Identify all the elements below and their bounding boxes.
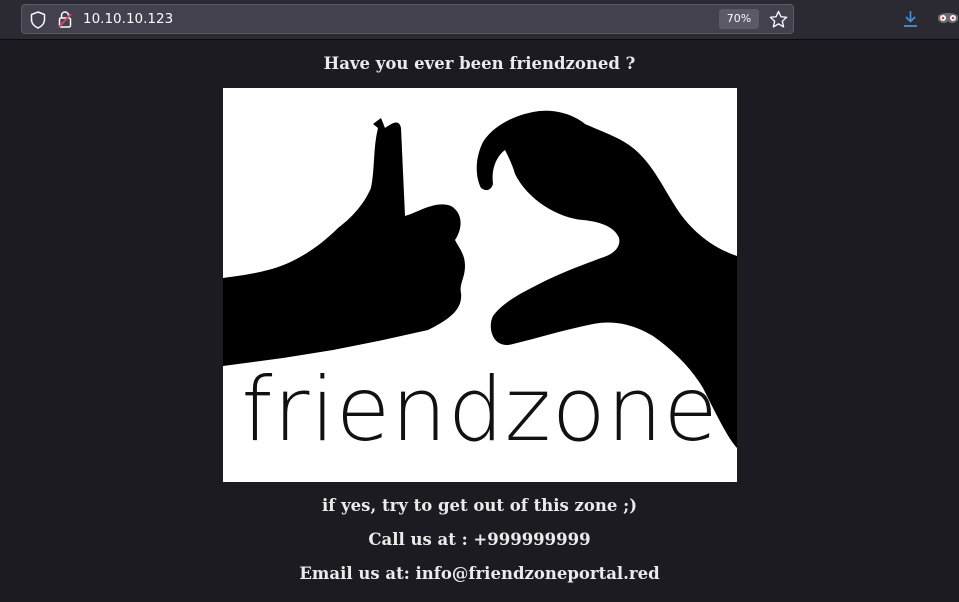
url-text[interactable]: 10.10.10.123 <box>83 11 173 28</box>
browser-toolbar: 10.10.10.123 70% <box>0 0 959 40</box>
page-heading: Have you ever been friendzoned ? <box>323 54 636 73</box>
page-content: Have you ever been friendzoned ? friendz… <box>0 40 959 602</box>
image-word-friendzone: friendzone <box>241 358 719 461</box>
insecure-lock-icon[interactable] <box>58 11 72 28</box>
get-out-text: if yes, try to get out of this zone ;) <box>321 496 638 515</box>
email-us-text: Email us at: info@friendzoneportal.red <box>299 564 660 583</box>
extension-mask-icon[interactable] <box>937 11 959 27</box>
download-icon[interactable] <box>902 10 919 28</box>
friendzone-hero-image: friendzone <box>223 88 737 482</box>
bookmark-star-icon[interactable] <box>769 10 788 29</box>
address-bar[interactable]: 10.10.10.123 70% <box>21 4 794 34</box>
thumbs-up-silhouette <box>223 118 465 366</box>
zoom-level-badge[interactable]: 70% <box>719 9 759 29</box>
shield-icon[interactable] <box>30 11 46 29</box>
call-us-text: Call us at : +999999999 <box>368 530 591 549</box>
